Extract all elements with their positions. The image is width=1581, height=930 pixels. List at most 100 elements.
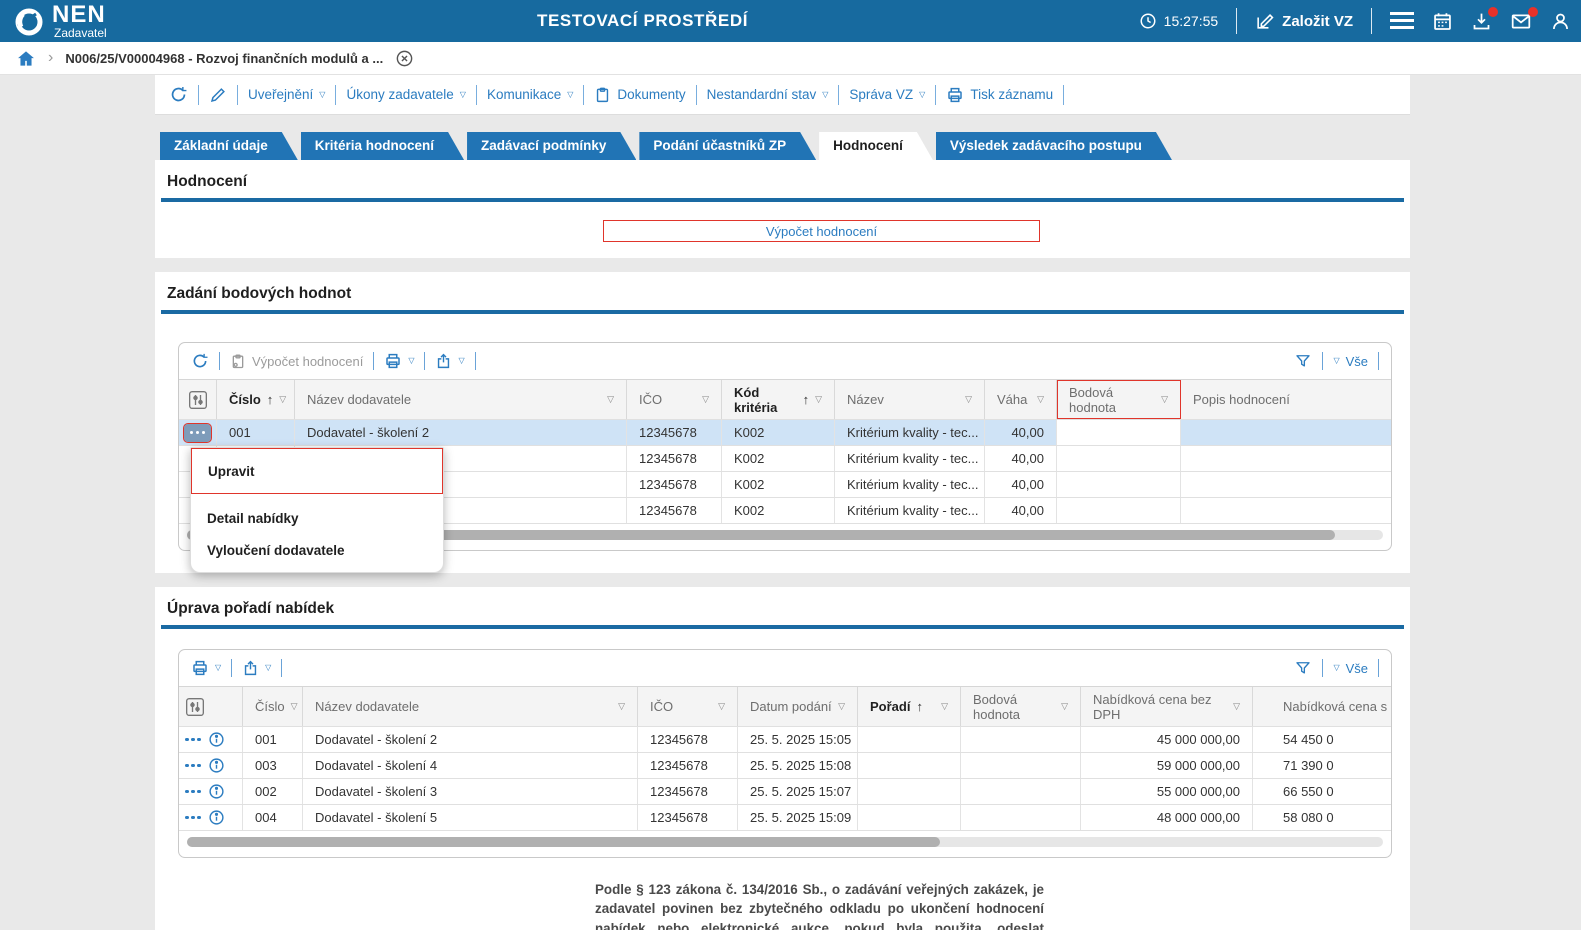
column-filter-icon[interactable]: ▽ xyxy=(607,392,614,407)
column-filter-icon[interactable]: ▽ xyxy=(941,699,948,714)
row-info-button[interactable] xyxy=(208,809,225,826)
column-filter-icon[interactable]: ▽ xyxy=(718,699,725,714)
cell-popis-hodnoceni[interactable] xyxy=(1181,472,1391,497)
menu-sprava-vz[interactable]: Správa VZ▽ xyxy=(849,87,925,102)
row-info-button[interactable] xyxy=(208,757,225,774)
column-filter-icon[interactable]: ▽ xyxy=(965,392,972,407)
uprava-table-row[interactable]: 002 Dodavatel - školení 3 12345678 25. 5… xyxy=(179,779,1391,805)
column-settings-button[interactable] xyxy=(179,687,243,726)
main-menu-button[interactable] xyxy=(1390,12,1414,30)
header-datum-podani[interactable]: Datum podání ▽ xyxy=(738,687,858,726)
row-menu-button[interactable] xyxy=(185,764,201,768)
person-icon xyxy=(1550,11,1571,32)
grid-refresh-button[interactable] xyxy=(191,352,209,370)
header-ico[interactable]: IČO ▽ xyxy=(638,687,738,726)
header-cena-s-dph[interactable]: Nabídková cena s DPH xyxy=(1253,687,1391,726)
cell-bodova-hodnota[interactable] xyxy=(1057,446,1181,471)
column-filter-icon[interactable]: ▽ xyxy=(815,392,822,407)
header-popis-hodnoceni[interactable]: Popis hodnocení xyxy=(1181,380,1391,419)
context-menu-vylouceni-dodavatele[interactable]: Vyloučení dodavatele xyxy=(191,535,443,567)
header-nazev-dodavatele[interactable]: Název dodavatele ▽ xyxy=(303,687,638,726)
cell-popis-hodnoceni[interactable] xyxy=(1181,446,1391,471)
header-bodova-hodnota[interactable]: Bodová hodnota ▽ xyxy=(961,687,1081,726)
uprava-table-row[interactable]: 004 Dodavatel - školení 5 12345678 25. 5… xyxy=(179,805,1391,831)
tab-hodnoceni[interactable]: Hodnocení xyxy=(819,132,933,160)
cell-popis-hodnoceni[interactable] xyxy=(1181,498,1391,523)
user-profile-button[interactable] xyxy=(1550,11,1571,32)
calendar-button[interactable] xyxy=(1432,11,1453,32)
dropdown-icon: ▽ xyxy=(408,357,414,365)
row-menu-button[interactable] xyxy=(185,790,201,794)
header-ico[interactable]: IČO ▽ xyxy=(627,380,722,419)
row-menu-button[interactable] xyxy=(184,424,211,442)
grid-print-button[interactable]: ▽ xyxy=(191,659,221,677)
grid-vypocet-button[interactable]: Výpočet hodnocení xyxy=(230,353,363,370)
header-nazev-dodavatele[interactable]: Název dodavatele ▽ xyxy=(295,380,627,419)
menu-dokumenty[interactable]: Dokumenty xyxy=(594,86,685,104)
downloads-button[interactable] xyxy=(1471,11,1492,32)
context-menu-detail-nabidky[interactable]: Detail nabídky xyxy=(191,503,443,535)
row-info-button[interactable] xyxy=(208,783,225,800)
row-menu-button[interactable] xyxy=(185,738,201,742)
column-filter-icon[interactable]: ▽ xyxy=(291,699,298,714)
menu-komunikace[interactable]: Komunikace▽ xyxy=(487,87,573,102)
column-filter-icon[interactable]: ▽ xyxy=(618,699,625,714)
column-filter-icon[interactable]: ▽ xyxy=(1061,699,1068,714)
tab-podani-ucastniku[interactable]: Podání účastníků ZP xyxy=(639,132,816,160)
menu-ukony-zadavatele[interactable]: Úkony zadavatele▽ xyxy=(346,87,465,102)
refresh-button[interactable] xyxy=(169,85,188,104)
close-record-icon[interactable] xyxy=(395,49,414,68)
row-menu-button[interactable] xyxy=(185,816,201,820)
tab-zadavaci-podminky[interactable]: Zadávací podmínky xyxy=(467,132,636,160)
column-filter-icon[interactable]: ▽ xyxy=(702,392,709,407)
menu-nestandardni-stav[interactable]: Nestandardní stav▽ xyxy=(707,87,829,102)
tab-vysledek[interactable]: Výsledek zadávacího postupu xyxy=(936,132,1172,160)
header-nazev[interactable]: Název ▽ xyxy=(835,380,985,419)
header-bodova-hodnota[interactable]: Bodová hodnota ▽ xyxy=(1057,380,1181,419)
grid-view-select[interactable]: ▽ Vše xyxy=(1333,354,1368,369)
uprava-table-row[interactable]: 001 Dodavatel - školení 2 12345678 25. 5… xyxy=(179,727,1391,753)
column-filter-icon[interactable]: ▽ xyxy=(1233,699,1240,714)
grid-print-button[interactable]: ▽ xyxy=(384,352,414,370)
header-vaha[interactable]: Váha ▽ xyxy=(985,380,1057,419)
create-vz-button[interactable]: Založit VZ xyxy=(1255,12,1353,31)
uprava-table-row[interactable]: 003 Dodavatel - školení 4 12345678 25. 5… xyxy=(179,753,1391,779)
zadani-table-row[interactable]: 001 Dodavatel - školení 2 12345678 K002 … xyxy=(179,420,1391,446)
cell-bodova-hodnota[interactable] xyxy=(1057,420,1181,445)
home-icon[interactable] xyxy=(16,49,36,68)
brand-role-label: Zadavatel xyxy=(54,27,107,39)
print-record-button[interactable]: Tisk záznamu xyxy=(946,86,1053,104)
cell-bodova-hodnota[interactable] xyxy=(1057,472,1181,497)
scrollbar-thumb[interactable] xyxy=(187,837,940,847)
header-cislo[interactable]: Číslo ↑ ▽ xyxy=(217,380,295,419)
horizontal-scrollbar[interactable] xyxy=(187,837,1383,847)
vypocet-hodnoceni-button[interactable]: Výpočet hodnocení xyxy=(603,220,1040,242)
cell-bodova-hodnota[interactable] xyxy=(1057,498,1181,523)
column-settings-button[interactable] xyxy=(179,380,217,419)
breadcrumb-record[interactable]: N006/25/V00004968 - Rozvoj finančních mo… xyxy=(65,51,383,66)
grid-filter-button[interactable] xyxy=(1294,352,1312,370)
menu-uverejneni[interactable]: Uveřejnění▽ xyxy=(248,87,325,102)
header-kod-kriteria[interactable]: Kód kritéria ↑ ▽ xyxy=(722,380,835,419)
divider xyxy=(1322,352,1323,370)
cell-kod-kriteria: K002 xyxy=(722,472,835,497)
header-cislo[interactable]: Číslo ▽ xyxy=(243,687,303,726)
grid-view-select[interactable]: ▽ Vše xyxy=(1333,661,1368,676)
column-filter-icon[interactable]: ▽ xyxy=(279,392,286,407)
grid-export-button[interactable]: ▽ xyxy=(435,352,464,370)
column-filter-icon[interactable]: ▽ xyxy=(1161,392,1168,407)
grid-export-button[interactable]: ▽ xyxy=(242,659,271,677)
tab-zakladni-udaje[interactable]: Základní údaje xyxy=(160,132,298,160)
header-cena-bez-dph[interactable]: Nabídková cena bez DPH ▽ xyxy=(1081,687,1253,726)
edit-record-button[interactable] xyxy=(209,86,227,104)
column-filter-icon[interactable]: ▽ xyxy=(838,699,845,714)
grid-filter-button[interactable] xyxy=(1294,659,1312,677)
nen-brand[interactable]: NEN Zadavatel xyxy=(14,4,107,39)
column-filter-icon[interactable]: ▽ xyxy=(1037,392,1044,407)
tab-kriteria-hodnoceni[interactable]: Kritéria hodnocení xyxy=(301,132,464,160)
cell-popis-hodnoceni[interactable] xyxy=(1181,420,1391,445)
context-menu-upravit[interactable]: Upravit xyxy=(191,448,443,494)
row-info-button[interactable] xyxy=(208,731,225,748)
header-poradi[interactable]: Pořadí ↑ ▽ xyxy=(858,687,961,726)
messages-button[interactable] xyxy=(1510,11,1532,32)
